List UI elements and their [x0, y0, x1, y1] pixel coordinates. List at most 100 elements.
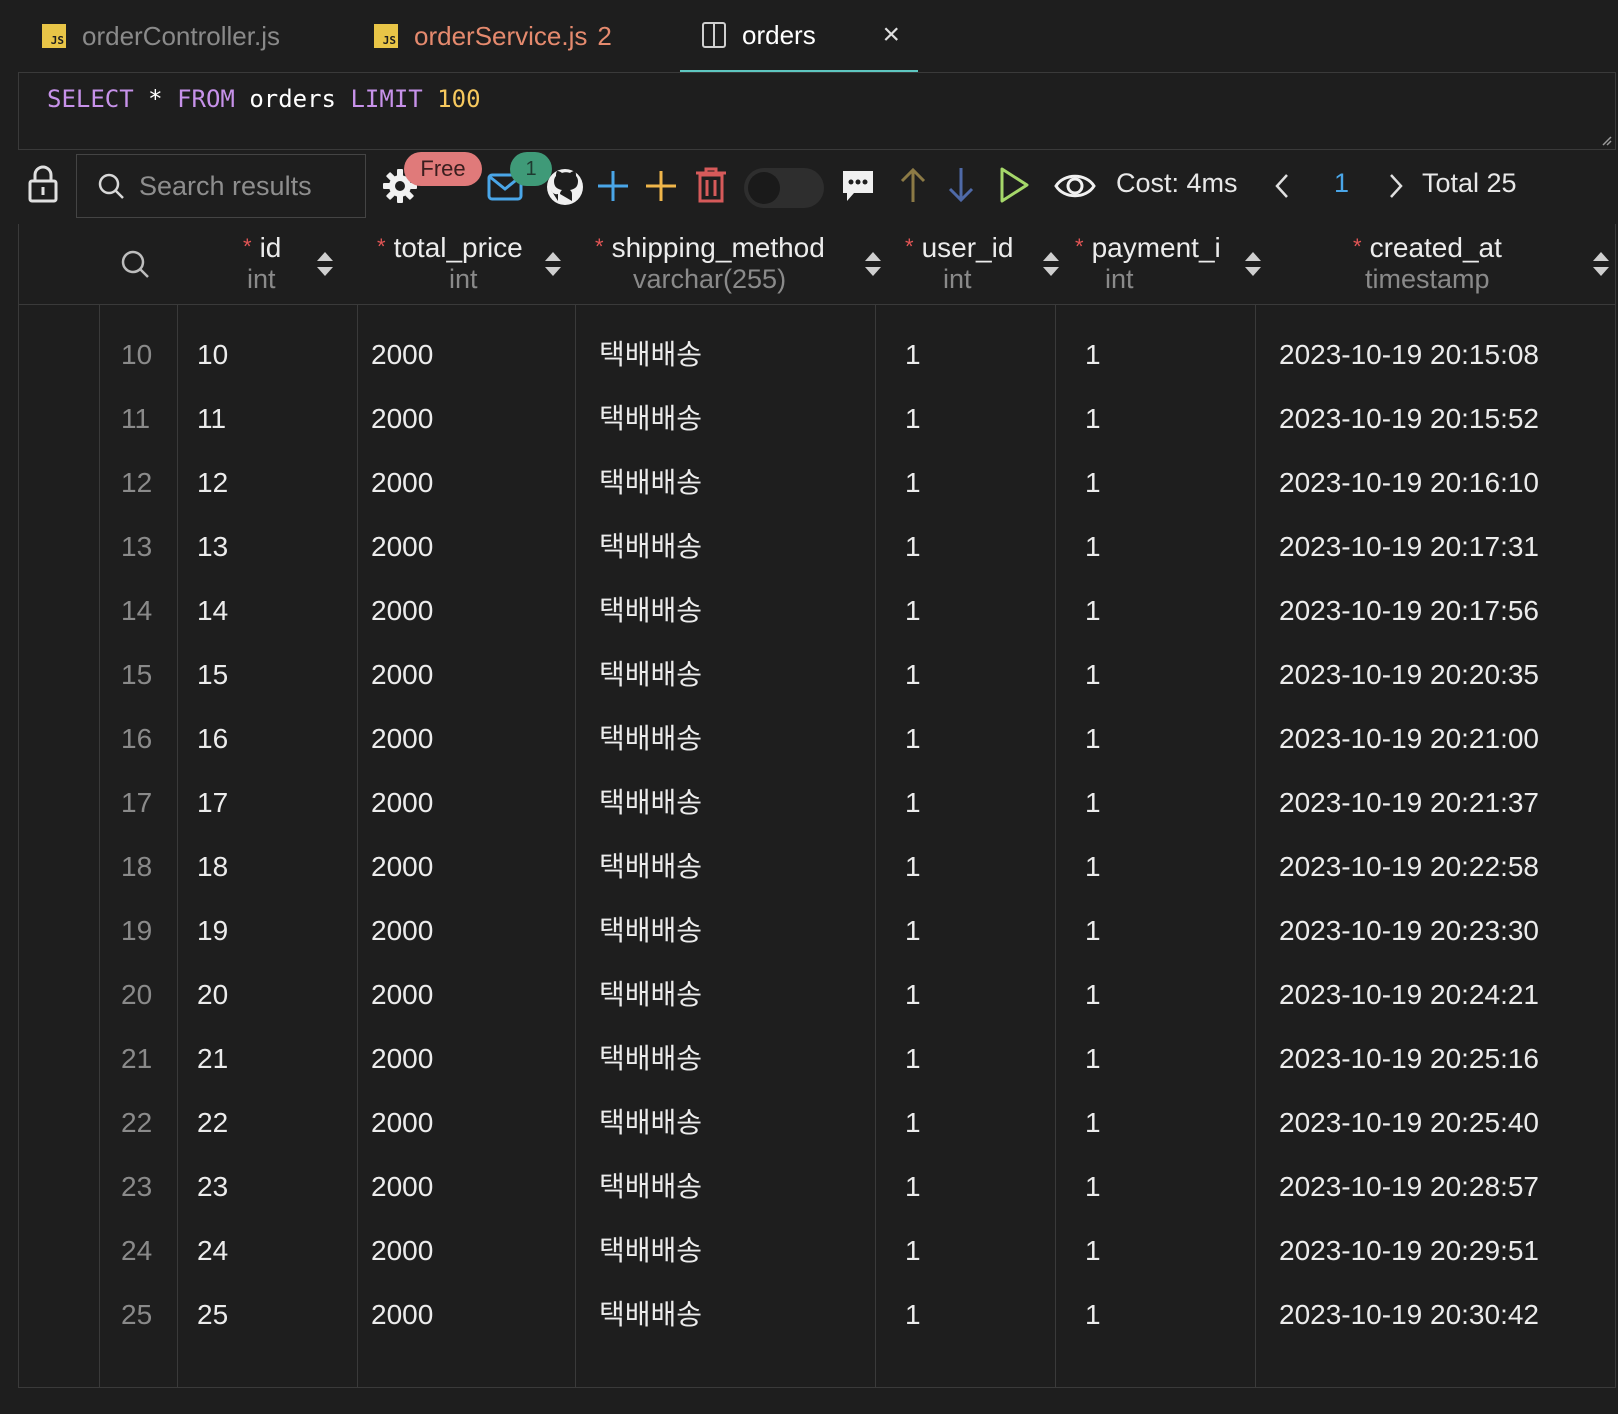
cell-created-at[interactable]: 2023-10-19 20:17:56	[1279, 578, 1539, 644]
cell-shipping-method[interactable]: 택배배송	[599, 322, 702, 388]
cell-created-at[interactable]: 2023-10-19 20:17:31	[1279, 514, 1539, 580]
sql-editor[interactable]: SELECT * FROM orders LIMIT 100	[18, 72, 1616, 150]
toggle-switch[interactable]	[744, 168, 824, 208]
cell-shipping-method[interactable]: 택배배송	[599, 578, 702, 644]
add-column-icon[interactable]	[642, 166, 680, 206]
cell-created-at[interactable]: 2023-10-19 20:25:16	[1279, 1026, 1539, 1092]
cell-user-id[interactable]: 1	[905, 898, 921, 964]
sort-icon[interactable]	[863, 248, 883, 280]
cell-user-id[interactable]: 1	[905, 706, 921, 772]
tab-order-controller[interactable]: JS orderController.js	[42, 0, 280, 72]
cell-payment-id[interactable]: 1	[1085, 514, 1101, 580]
cell-id[interactable]: 22	[197, 1090, 228, 1156]
cell-total-price[interactable]: 2000	[371, 578, 433, 644]
table-row[interactable]: 17 17 2000 택배배송 1 1 2023-10-19 20:21:37	[19, 770, 1615, 836]
github-icon[interactable]	[544, 166, 586, 208]
cell-payment-id[interactable]: 1	[1085, 1154, 1101, 1220]
cell-total-price[interactable]: 2000	[371, 898, 433, 964]
cell-shipping-method[interactable]: 택배배송	[599, 386, 702, 452]
table-row[interactable]: 20 20 2000 택배배송 1 1 2023-10-19 20:24:21	[19, 962, 1615, 1028]
cell-shipping-method[interactable]: 택배배송	[599, 1218, 702, 1284]
cell-id[interactable]: 11	[197, 386, 226, 452]
cell-user-id[interactable]: 1	[905, 770, 921, 836]
cell-payment-id[interactable]: 1	[1085, 1282, 1101, 1348]
cell-total-price[interactable]: 2000	[371, 1154, 433, 1220]
cell-created-at[interactable]: 2023-10-19 20:30:42	[1279, 1282, 1539, 1348]
cell-created-at[interactable]: 2023-10-19 20:16:10	[1279, 450, 1539, 516]
cell-created-at[interactable]: 2023-10-19 20:22:58	[1279, 834, 1539, 900]
column-header-payment-id[interactable]: * payment_i int	[1075, 224, 1275, 304]
cell-payment-id[interactable]: 1	[1085, 322, 1101, 388]
cell-user-id[interactable]: 1	[905, 386, 921, 452]
run-query-icon[interactable]	[996, 164, 1032, 206]
table-row[interactable]: 16 16 2000 택배배송 1 1 2023-10-19 20:21:00	[19, 706, 1615, 772]
cell-created-at[interactable]: 2023-10-19 20:21:00	[1279, 706, 1539, 772]
cell-payment-id[interactable]: 1	[1085, 642, 1101, 708]
cell-payment-id[interactable]: 1	[1085, 578, 1101, 644]
cell-user-id[interactable]: 1	[905, 578, 921, 644]
table-row[interactable]: 14 14 2000 택배배송 1 1 2023-10-19 20:17:56	[19, 578, 1615, 644]
sort-icon[interactable]	[1041, 248, 1061, 280]
cell-id[interactable]: 12	[197, 450, 228, 516]
cell-created-at[interactable]: 2023-10-19 20:28:57	[1279, 1154, 1539, 1220]
cell-user-id[interactable]: 1	[905, 642, 921, 708]
cell-total-price[interactable]: 2000	[371, 1282, 433, 1348]
cell-total-price[interactable]: 2000	[371, 770, 433, 836]
cell-total-price[interactable]: 2000	[371, 706, 433, 772]
sort-icon[interactable]	[1591, 248, 1611, 280]
table-row[interactable]: 23 23 2000 택배배송 1 1 2023-10-19 20:28:57	[19, 1154, 1615, 1220]
cell-user-id[interactable]: 1	[905, 514, 921, 580]
cell-shipping-method[interactable]: 택배배송	[599, 1282, 702, 1348]
cell-total-price[interactable]: 2000	[371, 450, 433, 516]
cell-id[interactable]: 18	[197, 834, 228, 900]
cell-payment-id[interactable]: 1	[1085, 1090, 1101, 1156]
column-header-user-id[interactable]: * user_id int	[895, 224, 1075, 304]
table-row[interactable]: 18 18 2000 택배배송 1 1 2023-10-19 20:22:58	[19, 834, 1615, 900]
table-row[interactable]: 11 11 2000 택배배송 1 1 2023-10-19 20:15:52	[19, 386, 1615, 452]
cell-id[interactable]: 23	[197, 1154, 228, 1220]
cell-id[interactable]: 24	[197, 1218, 228, 1284]
cell-total-price[interactable]: 2000	[371, 1026, 433, 1092]
cell-created-at[interactable]: 2023-10-19 20:29:51	[1279, 1218, 1539, 1284]
cell-user-id[interactable]: 1	[905, 834, 921, 900]
cell-user-id[interactable]: 1	[905, 1026, 921, 1092]
cell-created-at[interactable]: 2023-10-19 20:15:52	[1279, 386, 1539, 452]
free-badge[interactable]: Free	[404, 152, 482, 186]
cell-created-at[interactable]: 2023-10-19 20:21:37	[1279, 770, 1539, 836]
cell-payment-id[interactable]: 1	[1085, 386, 1101, 452]
eye-icon[interactable]	[1052, 166, 1098, 206]
cell-user-id[interactable]: 1	[905, 1218, 921, 1284]
cell-shipping-method[interactable]: 택배배송	[599, 450, 702, 516]
sort-icon[interactable]	[315, 248, 335, 280]
cell-id[interactable]: 17	[197, 770, 228, 836]
cell-shipping-method[interactable]: 택배배송	[599, 834, 702, 900]
table-row[interactable]: 24 24 2000 택배배송 1 1 2023-10-19 20:29:51	[19, 1218, 1615, 1284]
cell-total-price[interactable]: 2000	[371, 322, 433, 388]
cell-id[interactable]: 20	[197, 962, 228, 1028]
page-number[interactable]: 1	[1334, 168, 1349, 199]
cell-id[interactable]: 21	[197, 1026, 228, 1092]
table-row[interactable]: 10 10 2000 택배배송 1 1 2023-10-19 20:15:08	[19, 322, 1615, 388]
column-header-shipping-method[interactable]: * shipping_method varchar(255)	[595, 224, 895, 304]
cell-payment-id[interactable]: 1	[1085, 834, 1101, 900]
add-row-icon[interactable]	[594, 166, 632, 206]
cell-user-id[interactable]: 1	[905, 450, 921, 516]
cell-id[interactable]: 14	[197, 578, 228, 644]
table-row[interactable]: 13 13 2000 택배배송 1 1 2023-10-19 20:17:31	[19, 514, 1615, 580]
cell-total-price[interactable]: 2000	[371, 962, 433, 1028]
cell-user-id[interactable]: 1	[905, 962, 921, 1028]
cell-shipping-method[interactable]: 택배배송	[599, 898, 702, 964]
cell-user-id[interactable]: 1	[905, 1090, 921, 1156]
cell-shipping-method[interactable]: 택배배송	[599, 1154, 702, 1220]
close-icon[interactable]: ×	[882, 18, 900, 52]
lock-icon[interactable]	[26, 164, 60, 204]
sql-query[interactable]: SELECT * FROM orders LIMIT 100	[47, 85, 481, 113]
cell-payment-id[interactable]: 1	[1085, 1026, 1101, 1092]
cell-id[interactable]: 10	[197, 322, 228, 388]
cell-payment-id[interactable]: 1	[1085, 898, 1101, 964]
column-header-id[interactable]: * id int	[197, 224, 377, 304]
cell-id[interactable]: 25	[197, 1282, 228, 1348]
cell-id[interactable]: 16	[197, 706, 228, 772]
cell-payment-id[interactable]: 1	[1085, 706, 1101, 772]
cell-shipping-method[interactable]: 택배배송	[599, 1090, 702, 1156]
